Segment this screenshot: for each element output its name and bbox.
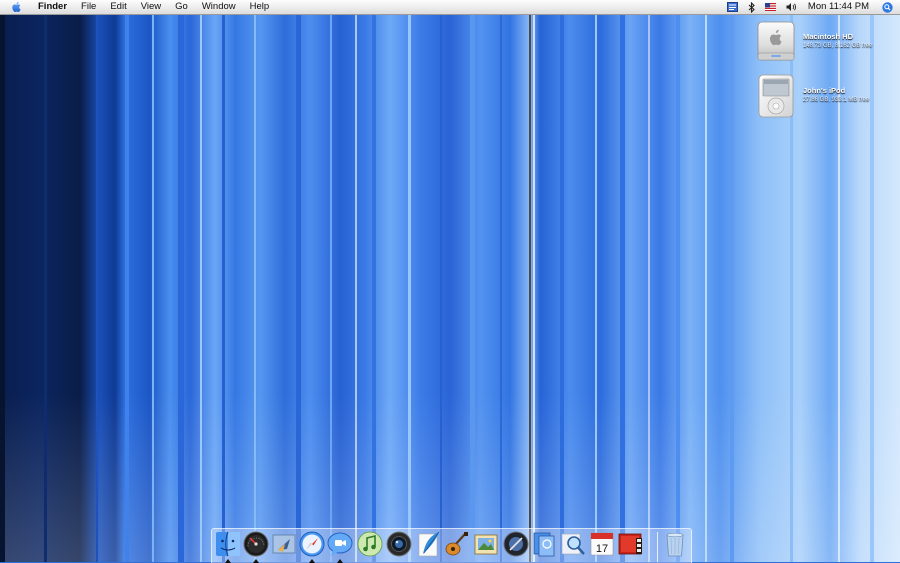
guitar-icon xyxy=(445,532,468,556)
dock-itunes[interactable] xyxy=(356,530,384,560)
desktop-icon-ipod[interactable]: John's iPod 27.86 GB, 933.1 MB free xyxy=(755,73,895,119)
dock-separator xyxy=(657,532,658,562)
menu-window[interactable]: Window xyxy=(195,0,243,14)
desktop-icon-label: Macintosh HD xyxy=(803,32,854,41)
photo-icon xyxy=(474,534,498,555)
bluetooth-icon[interactable] xyxy=(743,0,760,14)
dock-dashboard[interactable] xyxy=(242,530,270,563)
dock-ichat[interactable] xyxy=(326,530,354,563)
ichat-icon xyxy=(327,532,353,556)
running-indicator xyxy=(309,559,315,563)
dock-finder[interactable] xyxy=(214,530,242,563)
dock-preview[interactable] xyxy=(530,530,558,560)
menu-view[interactable]: View xyxy=(134,0,168,14)
running-indicator xyxy=(253,559,259,563)
preview-icon xyxy=(533,532,555,557)
desktop-icon-macintosh-hd[interactable]: Macintosh HD 148.73 GB, 8.162 GB free xyxy=(755,19,895,65)
camera-lens-icon xyxy=(386,531,412,557)
dock-iweb[interactable] xyxy=(415,530,443,560)
dock-garageband[interactable] xyxy=(443,530,471,560)
desktop-icon-label: John's iPod xyxy=(803,86,846,95)
quill-icon xyxy=(418,531,440,557)
menu-help[interactable]: Help xyxy=(243,0,277,14)
dashboard-icon xyxy=(243,531,269,557)
running-indicator xyxy=(225,559,231,563)
dock-safari[interactable] xyxy=(298,530,326,563)
itunes-icon xyxy=(357,531,383,557)
dock-aperture[interactable] xyxy=(502,530,530,560)
dock-camera-lens[interactable] xyxy=(385,530,413,560)
hard-drive-icon xyxy=(757,21,795,61)
safari-icon xyxy=(299,531,325,557)
dock-iphoto[interactable] xyxy=(472,530,500,560)
magnifier-icon xyxy=(561,533,585,555)
menu-go[interactable]: Go xyxy=(168,0,195,14)
menu-edit[interactable]: Edit xyxy=(103,0,133,14)
dock-search[interactable] xyxy=(559,530,587,560)
dock: 17 xyxy=(211,528,692,563)
menu-bar: Finder File Edit View Go Window Help Mon… xyxy=(0,0,900,15)
menubar-clock[interactable]: Mon 11:44 PM xyxy=(802,0,877,14)
dock-dvd-player[interactable] xyxy=(616,530,644,560)
calendar-icon: 17 xyxy=(590,532,614,556)
menu-file[interactable]: File xyxy=(74,0,103,14)
running-indicator xyxy=(337,559,343,563)
film-icon xyxy=(618,533,642,555)
calendar-date-label: 17 xyxy=(596,543,608,555)
volume-icon[interactable] xyxy=(781,0,802,14)
ipod-icon xyxy=(758,74,794,118)
dock-ical[interactable]: 17 xyxy=(588,530,616,560)
menu-app-name[interactable]: Finder xyxy=(34,0,74,14)
apple-logo-icon[interactable] xyxy=(11,1,23,13)
spotlight-search-icon[interactable] xyxy=(877,0,900,14)
dock-mail[interactable] xyxy=(270,530,298,560)
us-flag-input-icon[interactable] xyxy=(760,0,781,14)
aperture-icon xyxy=(503,531,529,557)
desktop-icon-info: 148.73 GB, 8.162 GB free xyxy=(803,43,873,49)
dock-trash[interactable] xyxy=(661,530,689,560)
mail-icon xyxy=(272,534,296,554)
trash-icon xyxy=(666,532,684,557)
finder-icon xyxy=(216,531,240,557)
script-menu-icon[interactable] xyxy=(722,0,743,14)
desktop-icon-info: 27.86 GB, 933.1 MB free xyxy=(803,97,870,103)
